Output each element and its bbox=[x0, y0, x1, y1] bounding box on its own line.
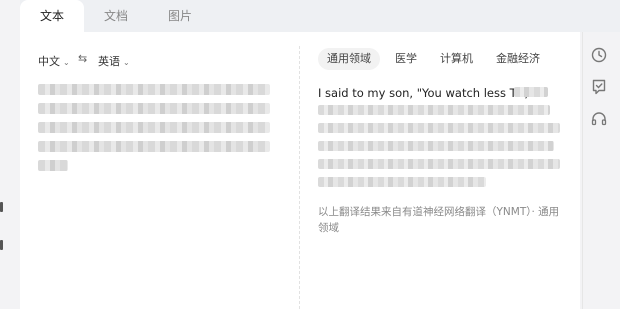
right-toolbar bbox=[580, 32, 620, 309]
target-language-select[interactable]: 英语 ⌄ bbox=[98, 53, 130, 69]
blurred-text-line bbox=[318, 141, 554, 151]
swap-icon[interactable]: ⇆ bbox=[78, 52, 87, 65]
source-language-select[interactable]: 中文 ⌄ bbox=[38, 53, 70, 69]
domain-tab-finance[interactable]: 金融经济 bbox=[496, 48, 540, 70]
blurred-text-line bbox=[38, 160, 68, 171]
tab-image[interactable]: 图片 bbox=[148, 0, 212, 32]
domain-tab-general[interactable]: 通用领域 bbox=[318, 48, 380, 70]
blurred-text-line bbox=[38, 84, 270, 95]
blurred-text-line bbox=[38, 141, 270, 152]
translation-source-note: 以上翻译结果来自有道神经网络翻译（YNMT）· 通用领域 bbox=[318, 206, 560, 234]
chevron-down-icon: ⌄ bbox=[123, 58, 130, 67]
blurred-text-line bbox=[318, 105, 550, 115]
headset-icon[interactable] bbox=[590, 110, 608, 128]
tab-text[interactable]: 文本 bbox=[20, 0, 84, 32]
translation-first-line: I said to my son, "You watch less TV, bbox=[318, 86, 529, 100]
blurred-text-line bbox=[514, 87, 548, 97]
blurred-text-line bbox=[38, 103, 270, 114]
blurred-text-line bbox=[38, 122, 270, 133]
edge-mark bbox=[0, 240, 3, 250]
source-language-label: 中文 bbox=[38, 55, 60, 68]
blurred-text-line bbox=[318, 159, 560, 169]
chevron-down-icon: ⌄ bbox=[63, 58, 70, 67]
domain-tab-computer[interactable]: 计算机 bbox=[440, 48, 473, 70]
edge-mark bbox=[0, 202, 3, 212]
rail-divider bbox=[582, 32, 583, 309]
feedback-icon[interactable] bbox=[590, 78, 608, 96]
panel-divider bbox=[299, 46, 300, 309]
domain-tab-medical[interactable]: 医学 bbox=[395, 48, 417, 70]
blurred-text-line bbox=[318, 177, 486, 187]
translate-panel: 中文 ⌄ ⇆ 英语 ⌄ 通用领域 医学 计算机 金融经济 I said to my … bbox=[20, 32, 580, 309]
tab-document[interactable]: 文档 bbox=[84, 0, 148, 32]
tab-bar: 文本 文档 图片 bbox=[20, 0, 620, 32]
target-language-label: 英语 bbox=[98, 55, 120, 68]
blurred-text-line bbox=[318, 123, 560, 133]
history-icon[interactable] bbox=[590, 46, 608, 64]
